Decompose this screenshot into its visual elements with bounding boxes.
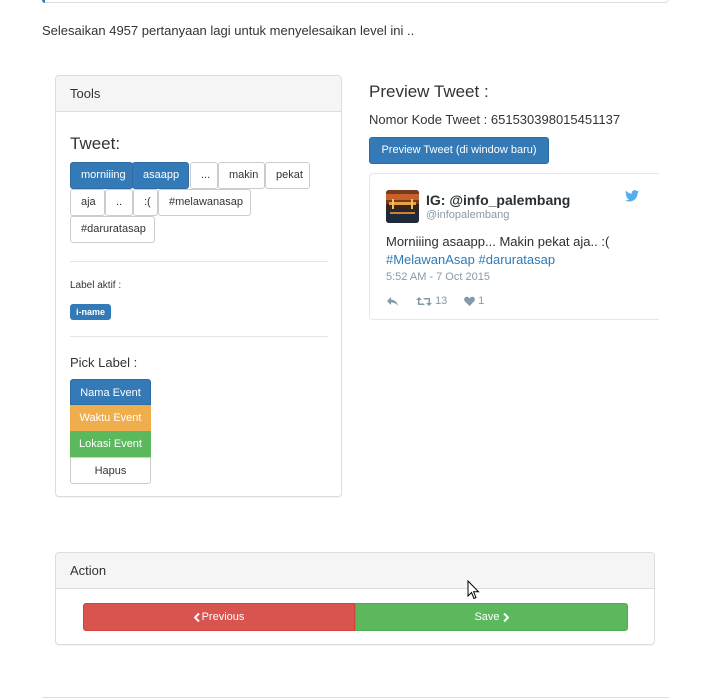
previous-panel-edge bbox=[42, 0, 669, 3]
token-button[interactable]: ... bbox=[190, 162, 218, 189]
token-button[interactable]: #melawanasap bbox=[158, 189, 251, 216]
embedded-tweet: IG: @info_palembang @infopalembang Morni… bbox=[369, 173, 659, 320]
retweet-count: 13 bbox=[435, 295, 448, 307]
active-label-badge: i-name bbox=[70, 304, 112, 320]
previous-label: Previous bbox=[201, 611, 245, 623]
tweet-author-name[interactable]: IG: @info_palembang bbox=[426, 192, 570, 208]
tools-heading: Tools bbox=[56, 76, 341, 112]
active-label-title: Label aktif : bbox=[70, 280, 122, 291]
pick-lokasi-event-button[interactable]: Lokasi Event bbox=[70, 431, 151, 457]
preview-tweet-button[interactable]: Preview Tweet (di window baru) bbox=[369, 137, 549, 164]
pick-nama-event-button[interactable]: Nama Event bbox=[70, 379, 151, 405]
save-button[interactable]: Save bbox=[355, 603, 628, 631]
tweet-text: Morniiing asaapp... Makin pekat aja.. :( bbox=[386, 234, 610, 249]
save-label: Save bbox=[474, 611, 500, 623]
preview-title: Preview Tweet : bbox=[369, 82, 489, 101]
previous-button[interactable]: Previous bbox=[83, 603, 355, 631]
tweet-code: Nomor Kode Tweet : 651530398015451137 bbox=[369, 112, 621, 127]
panel-accent bbox=[42, 0, 45, 3]
tools-panel: Tools Tweet: morniiing asaapp ... makin … bbox=[55, 75, 342, 497]
token-button[interactable]: makin bbox=[218, 162, 265, 189]
progress-text: Selesaikan 4957 pertanyaan lagi untuk me… bbox=[42, 23, 415, 38]
action-panel: Action Previous Save bbox=[55, 552, 655, 645]
pick-label-title: Pick Label : bbox=[70, 355, 138, 370]
like-icon[interactable]: 1 bbox=[464, 294, 484, 308]
twitter-bird-icon[interactable] bbox=[625, 190, 639, 205]
avatar[interactable] bbox=[386, 190, 419, 223]
pick-waktu-event-button[interactable]: Waktu Event bbox=[70, 405, 151, 431]
tweet-title: Tweet: bbox=[70, 134, 121, 153]
mouse-cursor-icon bbox=[467, 579, 480, 603]
token-button[interactable]: :( bbox=[133, 189, 158, 216]
hapus-button[interactable]: Hapus bbox=[70, 457, 151, 484]
action-heading: Action bbox=[56, 553, 654, 589]
tweet-hashtags[interactable]: #MelawanAsap #daruratasap bbox=[386, 252, 555, 267]
token-button[interactable]: morniiing bbox=[70, 162, 133, 189]
footer-divider bbox=[42, 697, 669, 698]
tweet-timestamp[interactable]: 5:52 AM - 7 Oct 2015 bbox=[386, 271, 490, 283]
token-button[interactable]: asaapp bbox=[132, 162, 189, 189]
token-button[interactable]: #daruratasap bbox=[70, 216, 155, 243]
token-button[interactable]: .. bbox=[105, 189, 133, 216]
retweet-icon[interactable]: 13 bbox=[416, 294, 447, 308]
chevron-left-icon bbox=[193, 612, 200, 622]
token-button[interactable]: aja bbox=[70, 189, 105, 216]
divider bbox=[70, 261, 328, 262]
tweet-author-handle[interactable]: @infopalembang bbox=[426, 209, 509, 221]
divider bbox=[70, 336, 328, 337]
token-button[interactable]: pekat bbox=[265, 162, 310, 189]
chevron-right-icon bbox=[502, 612, 509, 622]
like-count: 1 bbox=[478, 295, 485, 307]
reply-icon[interactable] bbox=[386, 294, 399, 308]
